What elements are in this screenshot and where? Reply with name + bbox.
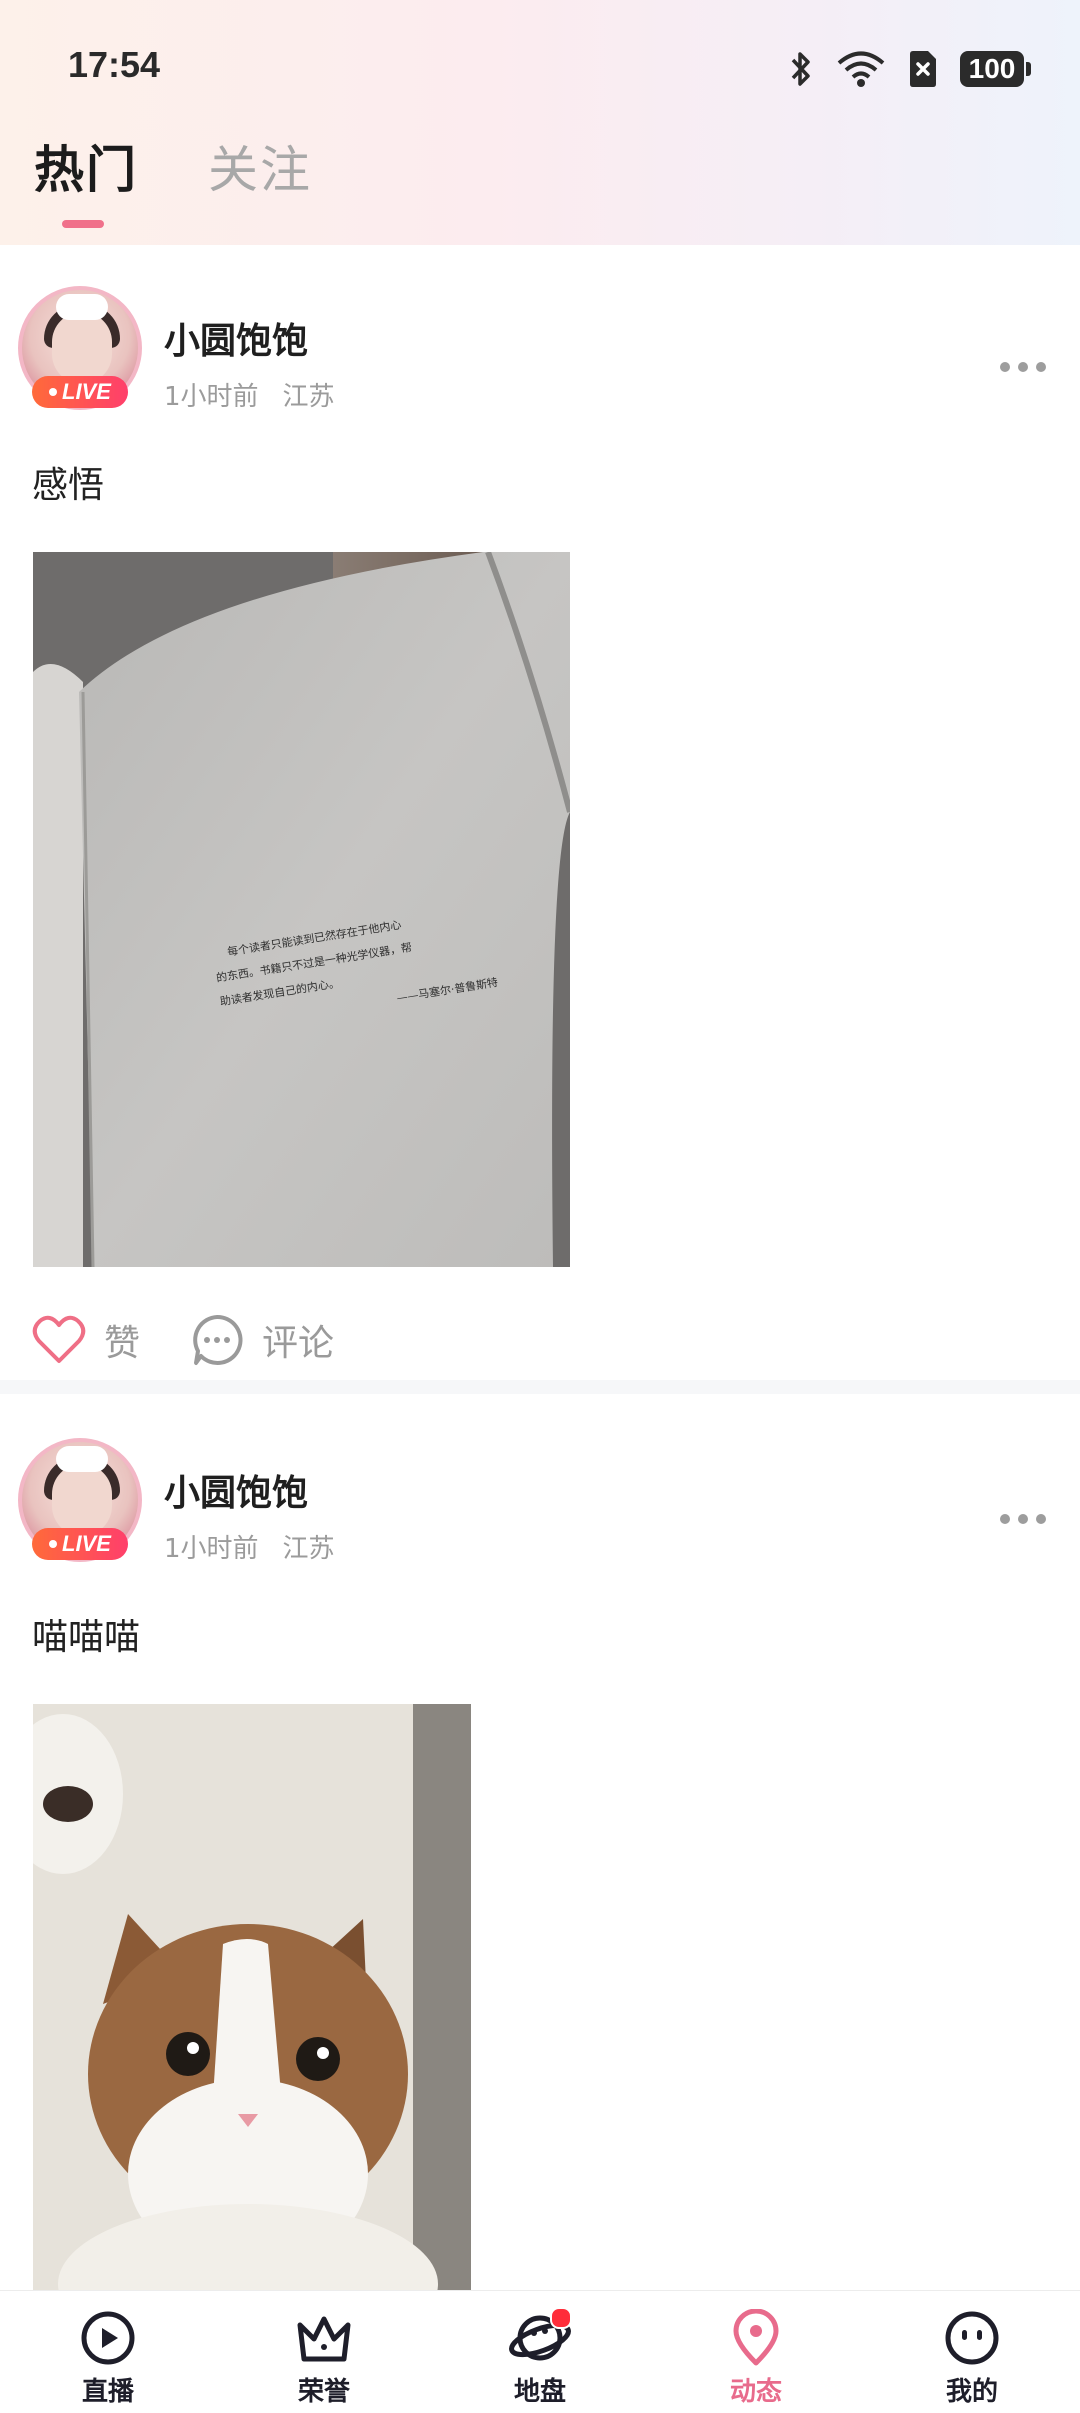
post-actions: 赞 评论 xyxy=(32,1313,334,1367)
tab-following[interactable]: 关注 xyxy=(208,130,312,202)
header: 17:54 100 热门 关注 xyxy=(0,0,1080,245)
bottom-nav: 直播 荣誉 地盘 动态 我的 xyxy=(0,2290,1080,2413)
nav-territory[interactable]: 地盘 xyxy=(432,2291,648,2413)
nav-honor[interactable]: 荣誉 xyxy=(216,2291,432,2413)
more-options-icon[interactable] xyxy=(1000,1514,1046,1524)
bluetooth-icon xyxy=(791,52,810,86)
post-location: 江苏 xyxy=(282,382,335,412)
nav-live[interactable]: 直播 xyxy=(0,2291,216,2413)
face-icon xyxy=(945,2311,999,2365)
post-time: 1小时前 xyxy=(164,382,259,412)
nav-moments[interactable]: 动态 xyxy=(648,2291,864,2413)
crown-icon xyxy=(297,2316,351,2362)
comment-icon xyxy=(193,1314,243,1365)
post-text: 喵喵喵 xyxy=(32,1617,141,1658)
like-button[interactable]: 赞 xyxy=(32,1314,140,1366)
sim-off-icon xyxy=(910,51,936,87)
post-meta: 1小时前 江苏 xyxy=(164,1528,335,1565)
live-badge: LIVE xyxy=(32,1528,128,1560)
more-options-icon[interactable] xyxy=(1000,362,1046,372)
feed-post: LIVE 小圆饱饱 1小时前 江苏 喵喵喵 xyxy=(0,1410,1080,2304)
battery-indicator: 100 xyxy=(960,51,1031,87)
post-text: 感悟 xyxy=(32,465,105,506)
username[interactable]: 小圆饱饱 xyxy=(164,312,308,364)
username[interactable]: 小圆饱饱 xyxy=(164,1464,308,1516)
like-label: 赞 xyxy=(104,1323,141,1364)
heart-icon xyxy=(32,1315,86,1363)
post-image-cat[interactable] xyxy=(33,1704,471,2304)
wifi-icon xyxy=(837,51,885,87)
cat-photo xyxy=(33,1704,471,2304)
comment-button[interactable]: 评论 xyxy=(190,1313,334,1367)
feed-post: LIVE 小圆饱饱 1小时前 江苏 感悟 每个读者只能读到已然存在于他内心 的东… xyxy=(0,258,1080,1380)
book-page-photo: 每个读者只能读到已然存在于他内心 的东西。书籍只不过是一种光学仪器，帮 助读者发… xyxy=(33,552,570,1267)
post-divider xyxy=(0,1380,1080,1394)
avatar[interactable]: LIVE xyxy=(18,1438,142,1562)
nav-mine[interactable]: 我的 xyxy=(864,2291,1080,2413)
feed-tabs: 热门 关注 xyxy=(34,130,312,202)
avatar[interactable]: LIVE xyxy=(18,286,142,410)
play-icon xyxy=(81,2311,135,2365)
post-time: 1小时前 xyxy=(164,1534,259,1564)
post-meta: 1小时前 江苏 xyxy=(164,376,335,413)
notification-dot xyxy=(550,2307,572,2329)
comment-label: 评论 xyxy=(262,1323,335,1364)
post-location: 江苏 xyxy=(282,1534,335,1564)
tab-hot[interactable]: 热门 xyxy=(34,130,138,202)
active-tab-indicator xyxy=(62,220,104,228)
status-time: 17:54 xyxy=(68,44,161,85)
post-image-book[interactable]: 每个读者只能读到已然存在于他内心 的东西。书籍只不过是一种光学仪器，帮 助读者发… xyxy=(33,552,570,1267)
status-icons: 100 xyxy=(788,44,1031,94)
live-badge: LIVE xyxy=(32,376,128,408)
location-pin-icon xyxy=(733,2309,779,2366)
